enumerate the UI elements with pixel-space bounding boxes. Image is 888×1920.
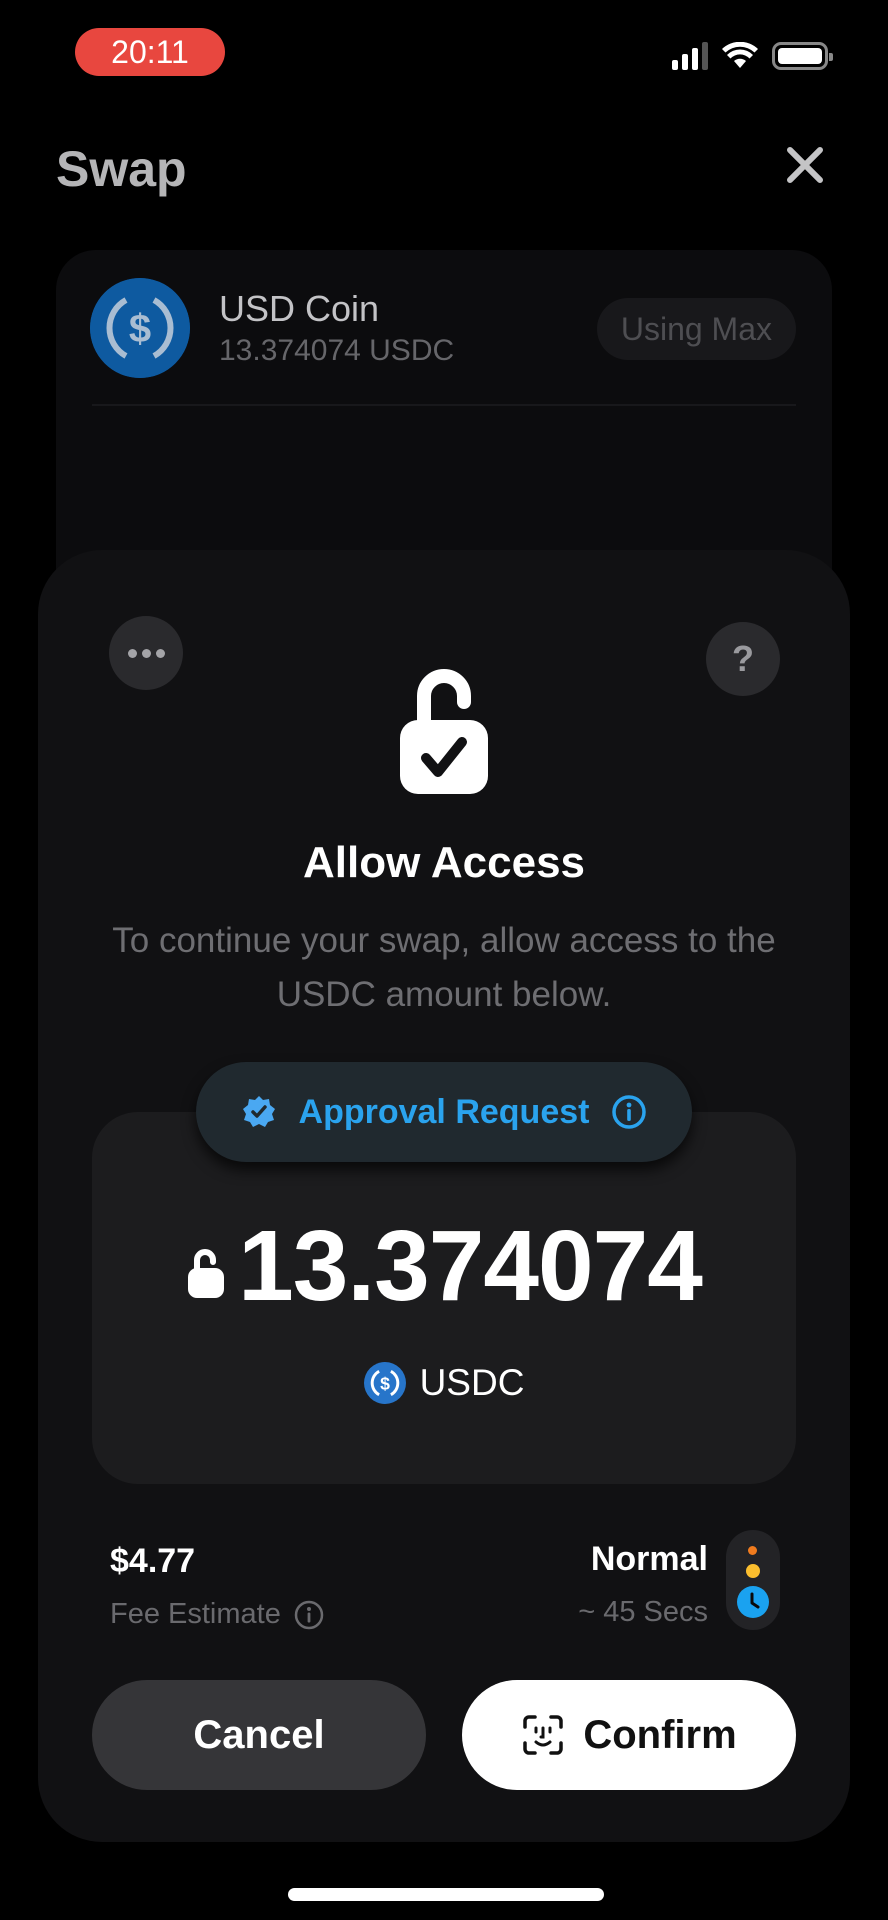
face-id-icon <box>523 1715 564 1755</box>
signal-icon <box>672 42 708 70</box>
token-symbol: USDC <box>419 1362 525 1403</box>
battery-icon <box>772 42 833 70</box>
info-icon[interactable] <box>293 1599 325 1631</box>
speed-time: ~ 45 Secs <box>578 1596 708 1628</box>
usdc-icon: $ <box>363 1362 406 1404</box>
home-indicator[interactable] <box>288 1888 604 1901</box>
amount-row: 13.374074 <box>38 1216 850 1316</box>
fast-dot-icon <box>748 1546 757 1555</box>
more-button[interactable] <box>109 616 183 690</box>
token-balance: 13.374074 USDC <box>219 334 455 367</box>
sheet-description: To continue your swap, allow access to t… <box>112 921 776 1014</box>
speed-label: Normal <box>590 1540 708 1578</box>
cancel-label: Cancel <box>193 1712 325 1757</box>
token-row: $ USDC <box>38 1362 850 1404</box>
fee-estimate: Fee Estimate <box>110 1598 325 1631</box>
fee-value: $4.77 <box>110 1542 196 1580</box>
help-icon: ? <box>732 638 754 679</box>
confirm-label: Confirm <box>583 1712 737 1757</box>
token-name: USD Coin <box>219 288 380 329</box>
approval-request-pill[interactable]: Approval Request <box>196 1062 692 1162</box>
svg-text:$: $ <box>129 307 151 351</box>
divider <box>92 404 796 406</box>
help-button[interactable]: ? <box>706 622 780 696</box>
verified-badge-icon <box>242 1096 275 1127</box>
allow-access-sheet: ? Allow Access To continue your swap, al… <box>38 550 850 1842</box>
page-title: Swap <box>56 141 187 197</box>
normal-dot-icon <box>746 1564 760 1578</box>
using-max-button[interactable]: Using Max <box>596 298 796 360</box>
status-icons <box>672 42 833 70</box>
status-time: 20:11 <box>75 28 225 76</box>
confirm-button[interactable]: Confirm <box>462 1680 796 1790</box>
close-icon[interactable] <box>780 140 830 190</box>
unlock-check-icon <box>400 669 488 794</box>
approval-amount: 13.374074 <box>238 1210 703 1322</box>
info-icon[interactable] <box>611 1094 647 1130</box>
clock-icon <box>737 1586 769 1618</box>
speed-selector[interactable] <box>726 1530 780 1630</box>
fee-label: Fee Estimate <box>110 1598 281 1630</box>
wifi-icon <box>722 42 758 68</box>
sheet-title: Allow Access <box>302 838 586 887</box>
usdc-icon: $ <box>90 278 190 378</box>
more-icon <box>127 648 165 658</box>
unlock-icon <box>188 1249 225 1298</box>
approval-request-label: Approval Request <box>298 1092 590 1131</box>
svg-text:$: $ <box>380 1373 390 1393</box>
cancel-button[interactable]: Cancel <box>92 1680 426 1790</box>
